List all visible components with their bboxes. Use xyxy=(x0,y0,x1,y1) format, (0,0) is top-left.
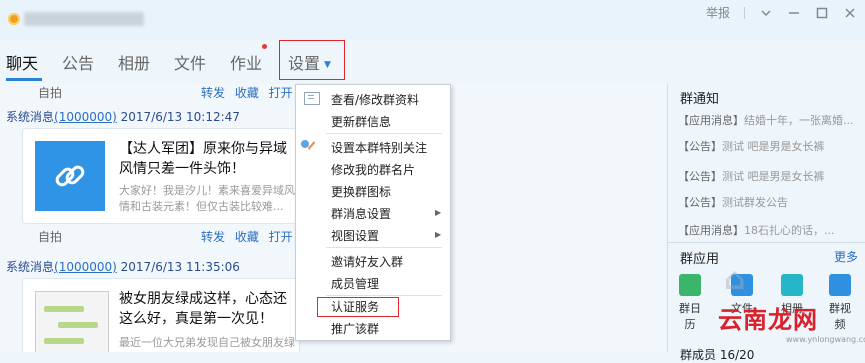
photo-icon xyxy=(781,274,803,296)
menu-item-view-settings[interactable]: 视图设置 xyxy=(331,227,379,244)
message-actions: 自拍 转发 收藏 打开 xyxy=(0,228,305,246)
message-header: 系统消息(1000000) 2017/6/13 10:12:47 xyxy=(6,108,240,125)
notice-text: 测试 吧是男是女长裤 xyxy=(722,140,825,153)
app-calendar[interactable]: 群日历 xyxy=(674,274,706,332)
menu-item-promote-group[interactable]: 推广该群 xyxy=(331,320,379,337)
settings-highlight-box xyxy=(279,40,345,80)
notice-tag: 【公告】 xyxy=(678,140,722,153)
sender-name: 系统消息 xyxy=(6,260,55,274)
sender-name: 系统消息 xyxy=(6,110,55,124)
notice-item[interactable]: 【公告】测试 吧是男是女长裤 xyxy=(678,168,825,184)
tab-announcement[interactable]: 公告 xyxy=(62,50,94,74)
notice-item[interactable]: 【公告】测试 吧是男是女长裤 xyxy=(678,138,825,154)
menu-item-view-edit-group-info[interactable]: 查看/修改群资料 xyxy=(331,91,419,108)
menu-divider xyxy=(326,247,442,248)
card-description: 大家好！我是汐儿！素来喜爱异域风情和古装元素！但仅古装比较难... xyxy=(119,184,295,213)
menu-divider xyxy=(326,133,442,134)
profile-card-icon xyxy=(304,92,320,105)
menu-item-update-group-info[interactable]: 更新群信息 xyxy=(331,113,391,130)
menu-item-edit-group-card[interactable]: 修改我的群名片 xyxy=(331,161,415,178)
title-bar: 举报 xyxy=(0,0,865,40)
menu-item-invite-friends[interactable]: 邀请好友入群 xyxy=(331,253,403,270)
group-avatar[interactable] xyxy=(8,13,20,25)
submenu-arrow-icon: ▶ xyxy=(435,208,442,217)
card-thumbnail xyxy=(35,291,109,352)
notification-dot xyxy=(262,44,267,49)
link-icon xyxy=(35,141,105,211)
tab-files[interactable]: 文件 xyxy=(174,50,206,74)
chat-bubble-shape xyxy=(58,322,98,328)
app-label: 群日历 xyxy=(679,302,701,331)
certification-highlight-box xyxy=(317,297,399,317)
notice-item[interactable]: 【应用消息】18石扎心的话，... xyxy=(678,222,835,238)
message-action-links[interactable]: 转发 收藏 打开 xyxy=(201,228,293,245)
video-icon xyxy=(829,274,851,296)
active-tab-indicator xyxy=(6,78,42,81)
notice-text: 测试 吧是男是女长裤 xyxy=(722,170,825,183)
close-icon[interactable] xyxy=(843,6,857,20)
message-actions: 自拍 转发 收藏 打开 xyxy=(0,84,305,102)
message-time: 2017/6/13 11:35:06 xyxy=(120,260,240,274)
minimize-icon[interactable] xyxy=(787,6,801,20)
notice-tag: 【公告】 xyxy=(678,170,722,183)
notice-tag: 【应用消息】 xyxy=(678,224,744,237)
message-action-links[interactable]: 转发 收藏 打开 xyxy=(201,84,293,101)
report-button[interactable]: 举报 xyxy=(706,4,730,21)
notice-tag: 【公告】 xyxy=(678,196,722,209)
menu-divider xyxy=(326,295,442,296)
tab-chat[interactable]: 聊天 xyxy=(6,50,38,74)
menu-item-special-attention[interactable]: 设置本群特别关注 xyxy=(331,139,427,156)
divider xyxy=(744,6,745,19)
share-card[interactable]: 被女朋友绿成这样，心态还这么好，真是第一次见！ 最近一位大兄弟发现自己被女朋友绿… xyxy=(22,278,300,352)
notice-title: 群通知 xyxy=(680,92,720,107)
faint-watermark-shape: ⌂ xyxy=(724,262,746,297)
members-count[interactable]: 群成员 16/20 xyxy=(680,346,754,363)
group-name xyxy=(24,12,144,26)
app-video[interactable]: 群视频 xyxy=(824,274,856,332)
sender-uid-link[interactable]: (1000000) xyxy=(54,110,117,124)
menu-item-message-settings[interactable]: 群消息设置 xyxy=(331,205,391,222)
card-title: 被女朋友绿成这样，心态还这么好，真是第一次见！ xyxy=(119,291,287,327)
tab-album[interactable]: 相册 xyxy=(118,50,150,74)
menu-item-member-management[interactable]: 成员管理 xyxy=(331,275,379,292)
share-card[interactable]: 【达人军团】原来你与异域风情只差一件头饰！ 大家好！我是汐儿！素来喜爱异域风情和… xyxy=(22,128,300,224)
notice-text: 测试群发公告 xyxy=(722,196,788,209)
more-icon[interactable] xyxy=(759,6,773,20)
card-title: 【达人军团】原来你与异域风情只差一件头饰！ xyxy=(119,141,287,177)
tab-bar: 聊天 公告 相册 文件 作业 设置 ▼ xyxy=(0,40,865,84)
window-controls: 举报 xyxy=(706,4,857,21)
site-watermark: 云南龙网 xyxy=(718,306,818,334)
more-apps-link[interactable]: 更多 xyxy=(834,248,858,265)
source-label: 自拍 xyxy=(38,230,63,244)
source-label: 自拍 xyxy=(38,86,63,100)
calendar-icon xyxy=(679,274,701,296)
notice-text: 结婚十年，一张离婚... xyxy=(744,114,854,127)
site-watermark-url: www.ynlongwang.com xyxy=(786,335,865,344)
notice-tag: 【应用消息】 xyxy=(678,114,744,127)
submenu-arrow-icon: ▶ xyxy=(435,230,442,239)
notice-item[interactable]: 【应用消息】结婚十年，一张离婚... xyxy=(678,112,854,128)
message-header: 系统消息(1000000) 2017/6/13 11:35:06 xyxy=(6,258,240,275)
message-time: 2017/6/13 10:12:47 xyxy=(120,110,240,124)
app-label: 群视频 xyxy=(829,302,851,331)
card-description: 最近一位大兄弟发现自己被女朋友绿了 xyxy=(119,336,295,349)
maximize-icon[interactable] xyxy=(815,6,829,20)
chat-bubble-shape xyxy=(44,306,84,312)
chat-bubble-shape xyxy=(44,338,84,344)
apps-title: 群应用 xyxy=(680,252,720,267)
notice-text: 18石扎心的话，... xyxy=(744,224,835,237)
menu-item-change-group-icon[interactable]: 更换群图标 xyxy=(331,183,391,200)
special-attention-icon xyxy=(301,140,315,150)
divider xyxy=(668,242,865,243)
sender-uid-link[interactable]: (1000000) xyxy=(54,260,117,274)
tab-homework[interactable]: 作业 xyxy=(230,50,262,74)
notice-item[interactable]: 【公告】测试群发公告 xyxy=(678,194,788,210)
